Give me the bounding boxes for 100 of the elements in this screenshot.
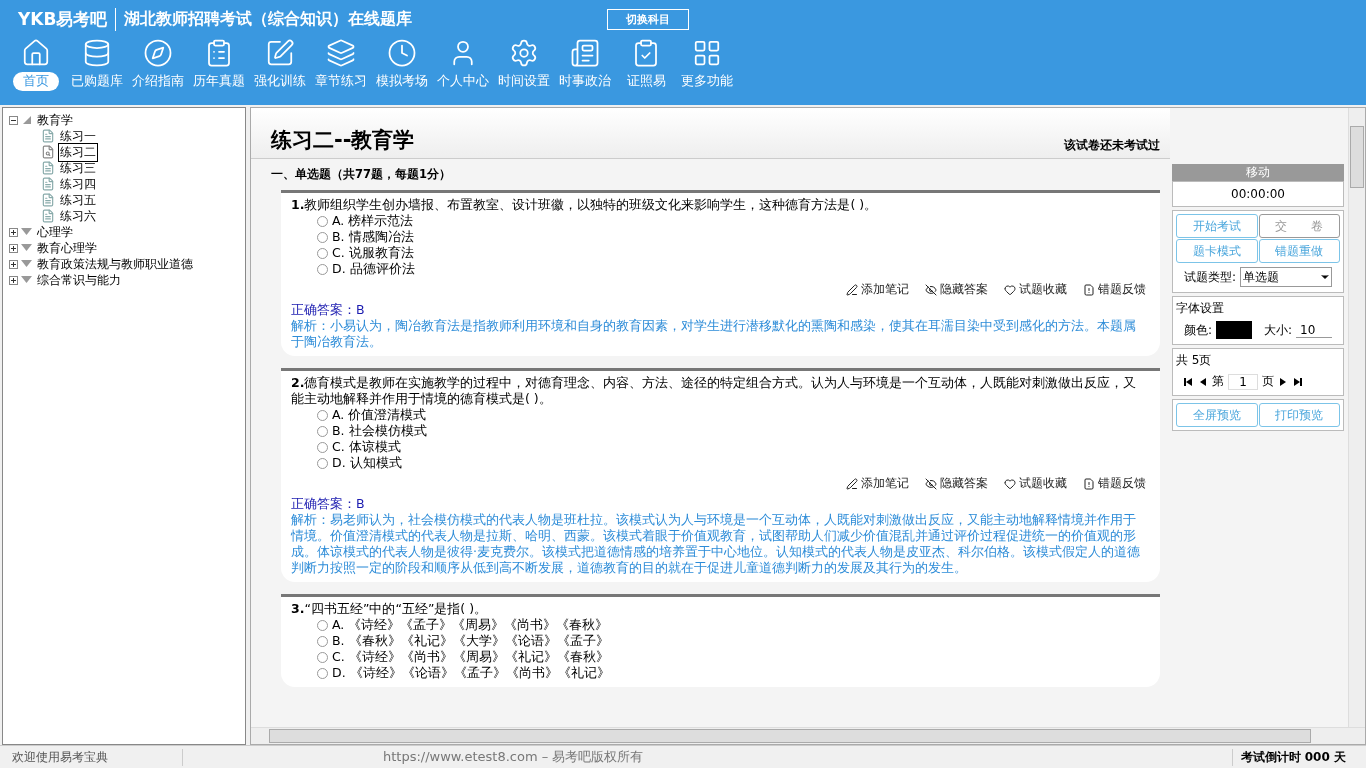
option-text: A. 榜样示范法 bbox=[332, 213, 414, 229]
color-label: 颜色: bbox=[1184, 321, 1213, 339]
timer-display: 00:00:00 bbox=[1172, 181, 1344, 207]
question-text: 2.德育模式是教师在实施教学的过程中，对德育理念、内容、方法、途径的特定组合方式。认为人与环境是一个互动体，人既能对刺激做出反应，又能主动地解释并作用于情境的德育模式是( )。 bbox=[291, 375, 1138, 407]
radio-button[interactable] bbox=[317, 263, 328, 275]
paper-title: 练习二--教育学 bbox=[271, 127, 415, 154]
document-icon bbox=[41, 177, 55, 191]
type-dropdown[interactable]: 单选题 bbox=[1240, 267, 1332, 287]
layers-icon bbox=[326, 38, 356, 68]
explanation-text: 解析：小易认为，陶冶教育法是指教师利用环境和自身的教育因素，对学生进行潜移默化的熏陶和感染，使其在耳濡目染中受到感化的方法。本题属于陶冶教育法。 bbox=[291, 318, 1137, 350]
question-text: 3.“四书五经”中的“五经”是指( )。 bbox=[291, 601, 489, 617]
folder-icon bbox=[21, 244, 32, 252]
document-icon bbox=[1083, 283, 1095, 296]
previous-page-icon[interactable] bbox=[1198, 377, 1208, 386]
pen-icon bbox=[265, 38, 295, 68]
app-logo: YKB易考吧 bbox=[18, 7, 117, 31]
option-text: B. 社会模仿模式 bbox=[332, 423, 427, 439]
document-icon bbox=[570, 38, 600, 68]
settings-icon bbox=[509, 38, 539, 68]
radio-button[interactable] bbox=[317, 425, 328, 437]
collapse-icon[interactable] bbox=[9, 115, 18, 125]
document-icon bbox=[41, 193, 55, 207]
option-text: B. 情感陶冶法 bbox=[332, 229, 414, 245]
document-icon bbox=[41, 145, 55, 159]
vertical-scrollbar[interactable] bbox=[1348, 108, 1365, 727]
radio-button[interactable] bbox=[317, 457, 328, 469]
page-field[interactable]: 1 bbox=[1228, 373, 1258, 390]
last-page-icon[interactable] bbox=[1292, 377, 1302, 386]
group-label: 字体设置 bbox=[1176, 300, 1224, 317]
document-icon bbox=[41, 209, 55, 223]
page-label: 第 bbox=[1212, 373, 1224, 390]
tree-item[interactable]: 练习二 bbox=[58, 142, 98, 162]
radio-button[interactable] bbox=[317, 215, 328, 227]
option-text: D. 《诗经》《论语》《孟子》《尚书》《礼记》 bbox=[332, 665, 610, 681]
option-text: A. 价值澄清模式 bbox=[332, 407, 427, 423]
radio-button[interactable] bbox=[317, 231, 328, 243]
option-text: D. 品德评价法 bbox=[332, 261, 415, 277]
compass-icon bbox=[143, 38, 173, 68]
folder-icon bbox=[21, 260, 32, 268]
page-label: 页 bbox=[1262, 373, 1274, 390]
question-text: 1.教师组织学生创办墙报、布置教室、设计班徽，以独特的班级文化来影响学生，这种德育方法是( )。 bbox=[291, 197, 879, 213]
option-text: A. 《诗经》《孟子》《周易》《尚书》《春秋》 bbox=[332, 617, 609, 633]
status-countdown: 考试倒计时 000 天 bbox=[1231, 748, 1366, 766]
expand-icon[interactable] bbox=[9, 227, 18, 237]
next-page-icon[interactable] bbox=[1278, 377, 1288, 386]
color-swatch[interactable] bbox=[1216, 321, 1252, 339]
radio-button[interactable] bbox=[317, 651, 328, 663]
size-label: 大小: bbox=[1264, 321, 1293, 339]
question-action[interactable]: 错题反馈 bbox=[1083, 475, 1146, 492]
expand-icon[interactable] bbox=[9, 275, 18, 285]
radio-button[interactable] bbox=[317, 409, 328, 421]
option-text: C. 《诗经》《尚书》《周易》《礼记》《春秋》 bbox=[332, 649, 609, 665]
pen-icon bbox=[846, 477, 858, 490]
eye-icon bbox=[925, 477, 937, 490]
heart-icon bbox=[1004, 283, 1016, 296]
clock-icon bbox=[387, 38, 417, 68]
group-label: 共 5页 bbox=[1176, 352, 1212, 369]
grid-icon bbox=[692, 38, 722, 68]
radio-button[interactable] bbox=[317, 667, 328, 679]
status-welcome: 欢迎使用易考宝典 bbox=[0, 748, 183, 766]
question-action[interactable]: 隐藏答案 bbox=[925, 475, 988, 492]
document-icon bbox=[41, 161, 55, 175]
pen-icon bbox=[846, 283, 858, 296]
expand-icon[interactable] bbox=[9, 243, 18, 253]
expand-icon[interactable] bbox=[9, 259, 18, 269]
question-action[interactable]: 添加笔记 bbox=[846, 475, 909, 492]
size-field[interactable]: 10 bbox=[1296, 322, 1332, 338]
option-text: C. 体谅模式 bbox=[332, 439, 401, 455]
option-text: D. 认知模式 bbox=[332, 455, 402, 471]
type-label: 试题类型: bbox=[1184, 268, 1237, 286]
eye-icon bbox=[925, 283, 937, 296]
document-icon bbox=[1083, 477, 1095, 490]
folder-icon bbox=[21, 116, 32, 124]
correct-answer: 正确答案：B bbox=[291, 496, 366, 512]
section-heading: 一、单选题（共77题，每题1分） bbox=[270, 166, 452, 183]
app-title: 湖北教师招聘考试（综合知识）在线题库 bbox=[124, 8, 413, 30]
document-icon bbox=[41, 129, 55, 143]
radio-button[interactable] bbox=[317, 441, 328, 453]
horizontal-scrollbar[interactable] bbox=[251, 727, 1365, 744]
home-icon bbox=[21, 38, 51, 68]
radio-button[interactable] bbox=[317, 635, 328, 647]
folder-icon bbox=[21, 228, 32, 236]
option-text: B. 《春秋》《礼记》《大学》《论语》《孟子》 bbox=[332, 633, 609, 649]
radio-button[interactable] bbox=[317, 619, 328, 631]
question-action[interactable]: 试题收藏 bbox=[1004, 475, 1067, 492]
first-page-icon[interactable] bbox=[1184, 377, 1194, 386]
paper-status: 该试卷还未考试过 bbox=[1064, 137, 1160, 154]
correct-answer: 正确答案：B bbox=[291, 302, 366, 318]
question-action[interactable]: 隐藏答案 bbox=[925, 281, 988, 298]
status-copyright: https://www.etest8.com – 易考吧版权所有 bbox=[382, 748, 645, 766]
panel-header: 移动 bbox=[1172, 164, 1344, 181]
question-action[interactable]: 错题反馈 bbox=[1083, 281, 1146, 298]
radio-button[interactable] bbox=[317, 247, 328, 259]
question-action[interactable]: 添加笔记 bbox=[846, 281, 909, 298]
question-action[interactable]: 试题收藏 bbox=[1004, 281, 1067, 298]
folder-icon bbox=[21, 276, 32, 284]
heart-icon bbox=[1004, 477, 1016, 490]
explanation-text: 解析：易老师认为，社会模仿模式的代表人物是班杜拉。该模式认为人与环境是一个互动体，人既能对刺激做出反应，又能主动地解释情境并作用于情境。价值澄清模式的代表人物是拉斯、哈明、西蒙。该模式着眼于价值观教育，试图帮助人们减少价值混乱并通过评价过程促进统一的价值观的形成。体谅模式的代表人物是彼得·麦克费尔。该模式把道德情感的培养置于中心地位。认知模式的代表人物是皮亚杰、科尔伯格。该模式假定人的道德判断力按照一定的阶段和顺序从低到高不断发展，道德教育的目的就在于促进儿童道德判断力的发展及其行为的发生。 bbox=[291, 512, 1141, 576]
database-icon bbox=[82, 38, 112, 68]
option-text: C. 说服教育法 bbox=[332, 245, 414, 261]
